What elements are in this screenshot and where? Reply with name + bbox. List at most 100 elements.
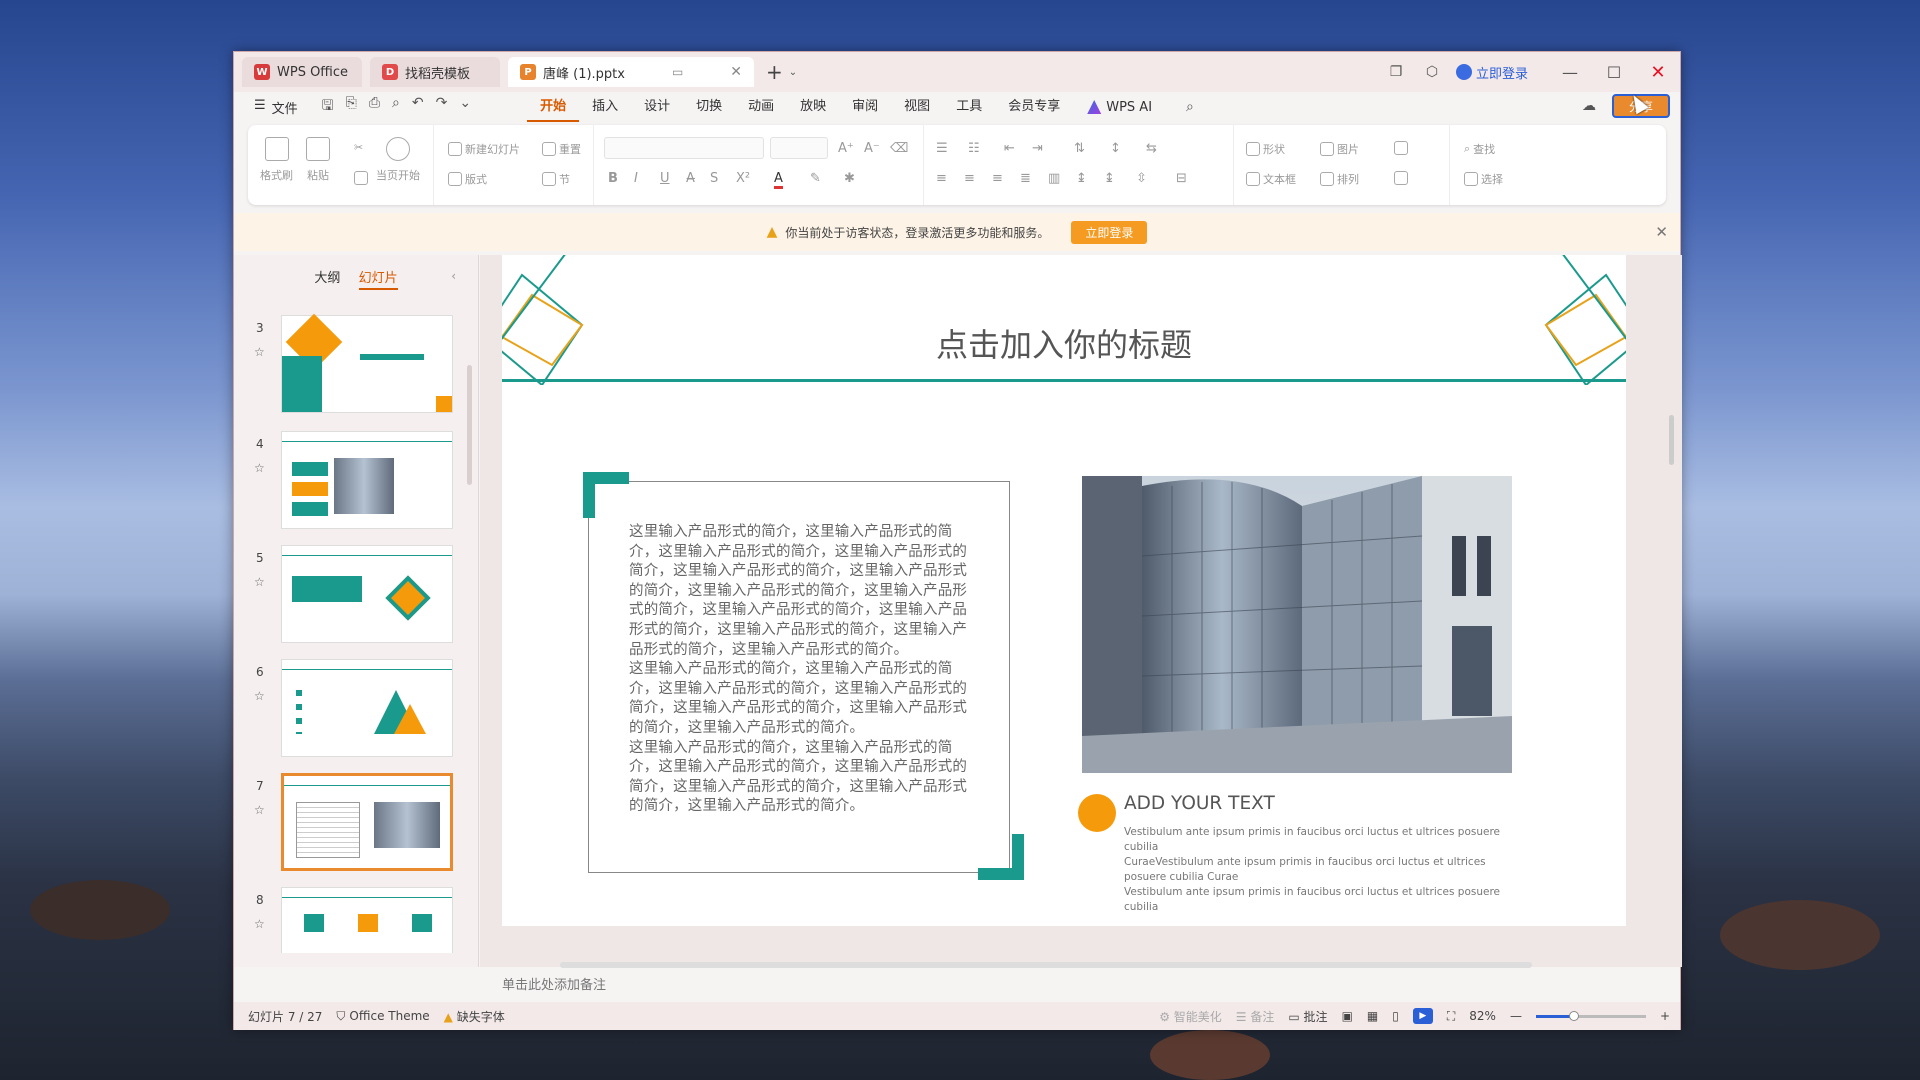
shrink-font-icon[interactable]: A⁻ xyxy=(864,141,880,156)
underline-icon[interactable]: U xyxy=(660,171,670,186)
tab-slideshow[interactable]: 放映 xyxy=(787,92,839,122)
clear-format-icon[interactable]: ⌫ xyxy=(890,141,908,156)
tab-tools[interactable]: 工具 xyxy=(943,92,995,122)
highlight-icon[interactable]: ✎ xyxy=(810,171,821,186)
normal-view-icon[interactable]: ▣ xyxy=(1342,1009,1353,1023)
star-icon[interactable]: ☆ xyxy=(254,345,265,359)
copy-button[interactable] xyxy=(354,171,368,185)
export-icon[interactable]: ⎘ xyxy=(346,95,357,119)
zoom-in-icon[interactable]: + xyxy=(1660,1009,1670,1023)
print-icon[interactable]: ⎙ xyxy=(369,95,380,119)
vertical-scrollbar[interactable] xyxy=(1669,415,1674,465)
slide-thumbnail[interactable] xyxy=(281,659,453,757)
align-right-icon[interactable]: ≡ xyxy=(992,171,1003,186)
file-menu[interactable]: ☰ 文件 xyxy=(254,98,298,117)
align-center-icon[interactable]: ≡ xyxy=(964,171,975,186)
wps-ai-button[interactable]: WPS AI xyxy=(1073,92,1166,122)
picture-button[interactable]: 图片 xyxy=(1320,141,1359,157)
para-spacing-icon[interactable]: ↨ xyxy=(1104,171,1115,186)
star-icon[interactable]: ☆ xyxy=(254,917,265,931)
zoom-slider-knob[interactable] xyxy=(1569,1010,1580,1021)
tab-outline[interactable]: 大纲 xyxy=(314,271,340,286)
format-painter-button[interactable]: 格式刷 xyxy=(260,137,293,183)
cloud-sync-icon[interactable]: ☁ xyxy=(1582,98,1596,114)
line-spacing-icon[interactable]: ↨ xyxy=(1076,171,1087,186)
tab-member[interactable]: 会员专享 xyxy=(995,92,1073,122)
comments-button[interactable]: ▭ 批注 xyxy=(1288,1008,1327,1025)
numbering-icon[interactable]: ☷ xyxy=(968,141,980,156)
slide-thumbnail-selected[interactable] xyxy=(281,773,453,871)
italic-icon[interactable]: I xyxy=(634,171,638,186)
bullets-icon[interactable]: ☰ xyxy=(936,141,948,156)
paste-button[interactable]: 粘贴 xyxy=(306,137,330,183)
notice-login-button[interactable]: 立即登录 xyxy=(1071,220,1148,244)
decrease-indent-icon[interactable]: ⇤ xyxy=(1004,141,1015,156)
missing-font-indicator[interactable]: ▲ 缺失字体 xyxy=(444,1008,505,1025)
sorter-view-icon[interactable]: ▦ xyxy=(1367,1009,1378,1023)
cube-icon[interactable]: ⬡ xyxy=(1414,64,1450,80)
notes-button[interactable]: ☰ 备注 xyxy=(1236,1008,1275,1025)
font-size-select[interactable] xyxy=(770,137,828,159)
bold-icon[interactable]: B xyxy=(608,171,618,186)
font-color-icon[interactable]: A xyxy=(774,171,783,189)
outline-button[interactable] xyxy=(1394,171,1408,185)
zoom-level[interactable]: 82% xyxy=(1469,1009,1496,1023)
find-button[interactable]: ⌕ 查找 xyxy=(1464,141,1495,157)
reset-button[interactable]: 重置 xyxy=(542,141,581,157)
add-your-text-heading[interactable]: ADD YOUR TEXT xyxy=(1124,793,1275,814)
slide-thumbnail[interactable] xyxy=(281,545,453,643)
columns-icon[interactable]: ▥ xyxy=(1048,171,1060,186)
fill-button[interactable] xyxy=(1394,141,1408,155)
fit-window-icon[interactable]: ⛶ xyxy=(1447,1009,1455,1024)
search-icon[interactable]: ⌕ xyxy=(1186,99,1194,115)
zoom-slider[interactable] xyxy=(1535,1010,1646,1021)
slide-title[interactable]: 点击加入你的标题 xyxy=(502,320,1626,366)
new-slide-button[interactable]: 新建幻灯片 xyxy=(448,141,520,157)
tab-insert[interactable]: 插入 xyxy=(579,92,631,122)
login-button[interactable]: 立即登录 xyxy=(1455,63,1528,82)
align-left-icon[interactable]: ≡ xyxy=(936,171,947,186)
product-intro-text[interactable]: 这里输入产品形式的简介，这里输入产品形式的简介，这里输入产品形式的简介，这里输入… xyxy=(629,523,969,817)
beautify-button[interactable]: ⚙ 智能美化 xyxy=(1159,1008,1222,1025)
increase-indent-icon[interactable]: ⇥ xyxy=(1032,141,1043,156)
tab-review[interactable]: 审阅 xyxy=(839,92,891,122)
tab-pptx-file[interactable]: P 唐峰 (1).pptx ▭ ✕ xyxy=(508,57,754,87)
section-button[interactable]: 节 xyxy=(542,171,570,187)
reading-view-icon[interactable]: ▯ xyxy=(1392,1009,1399,1023)
tab-docer-templates[interactable]: D 找稻壳模板 xyxy=(370,57,500,87)
justify-icon[interactable]: ≣ xyxy=(1020,171,1031,186)
save-icon[interactable]: 🖫 xyxy=(322,95,334,119)
layout-button[interactable]: 版式 xyxy=(448,171,487,187)
close-tab-icon[interactable]: ✕ xyxy=(730,64,742,80)
shape-button[interactable]: 形状 xyxy=(1246,141,1285,157)
tab-transitions[interactable]: 切换 xyxy=(683,92,735,122)
tab-design[interactable]: 设计 xyxy=(631,92,683,122)
star-icon[interactable]: ☆ xyxy=(254,461,265,475)
building-photo[interactable] xyxy=(1082,476,1512,773)
undo-icon[interactable]: ↶ xyxy=(412,95,424,119)
tab-list-chevron-icon[interactable]: ⌄ xyxy=(789,67,797,78)
text-direction-icon[interactable]: ⇅ xyxy=(1074,141,1085,156)
lorem-text[interactable]: Vestibulum ante ipsum primis in faucibus… xyxy=(1124,825,1524,915)
spacing-icon[interactable]: ⇳ xyxy=(1136,171,1147,186)
maximize-button[interactable]: ☐ xyxy=(1592,63,1636,82)
arrange-button[interactable]: 排列 xyxy=(1320,171,1359,187)
collapse-panel-icon[interactable]: ‹ xyxy=(451,269,456,283)
tab-slides[interactable]: 幻灯片 xyxy=(358,271,398,290)
slide-thumbnail[interactable] xyxy=(281,313,453,413)
close-window-button[interactable]: ✕ xyxy=(1636,62,1680,83)
theme-indicator[interactable]: ⛉ Office Theme xyxy=(336,1009,429,1024)
select-button[interactable]: 选择 xyxy=(1464,171,1503,187)
align-text-icon[interactable]: ⊟ xyxy=(1176,171,1187,186)
slide[interactable]: 点击加入你的标题 这里输入产品形式的简介，这里输入产品形式的简介，这里输入产品形… xyxy=(502,255,1626,926)
star-icon[interactable]: ☆ xyxy=(254,803,265,817)
zoom-out-icon[interactable]: — xyxy=(1510,1009,1522,1023)
redo-icon[interactable]: ↷ xyxy=(436,95,448,119)
grow-font-icon[interactable]: A⁺ xyxy=(838,141,854,156)
star-icon[interactable]: ☆ xyxy=(254,689,265,703)
panel-scrollbar[interactable] xyxy=(467,365,472,485)
more-chevron-icon[interactable]: ⌄ xyxy=(459,95,471,119)
tab-wps-office[interactable]: W WPS Office xyxy=(242,57,362,87)
tab-home[interactable]: 开始 xyxy=(527,92,580,122)
print-preview-icon[interactable]: ⌕ xyxy=(392,95,400,119)
